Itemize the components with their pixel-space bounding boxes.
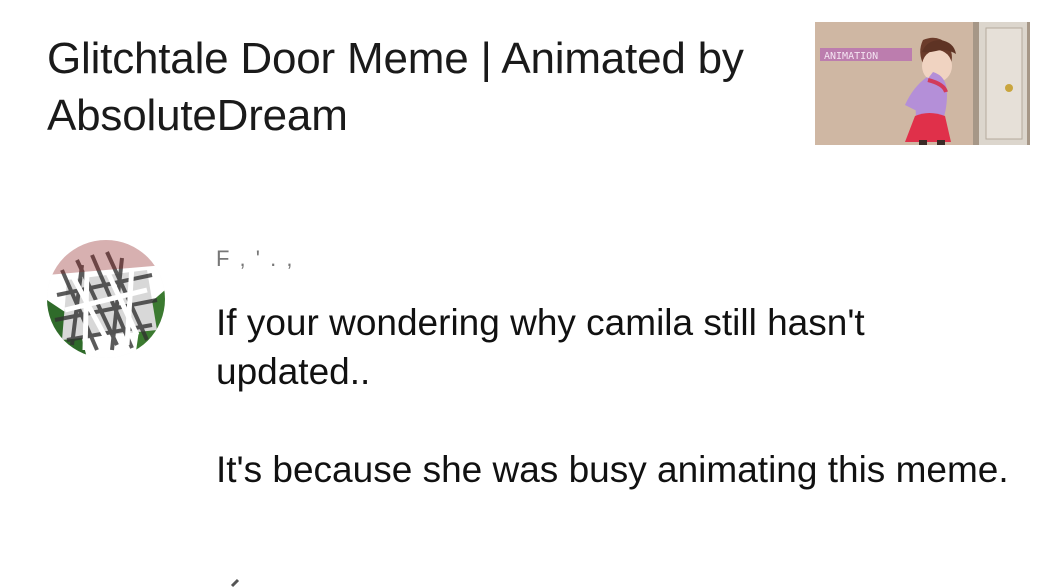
comment-text: If your wondering why camila still hasn'… (216, 302, 1009, 490)
video-thumbnail[interactable]: ANIMATION (815, 22, 1030, 145)
thumbnail-image: ANIMATION (815, 22, 1030, 145)
thumbnail-label: ANIMATION (824, 51, 878, 62)
scribbled-avatar-icon[interactable] (47, 240, 165, 358)
comment-author-line[interactable]: F , ' . , (216, 246, 636, 272)
video-title[interactable]: Glitchtale Door Meme | Animated by Absol… (47, 30, 787, 144)
next-comment-fragment (230, 578, 240, 588)
video-header[interactable]: Glitchtale Door Meme | Animated by Absol… (0, 0, 1056, 160)
